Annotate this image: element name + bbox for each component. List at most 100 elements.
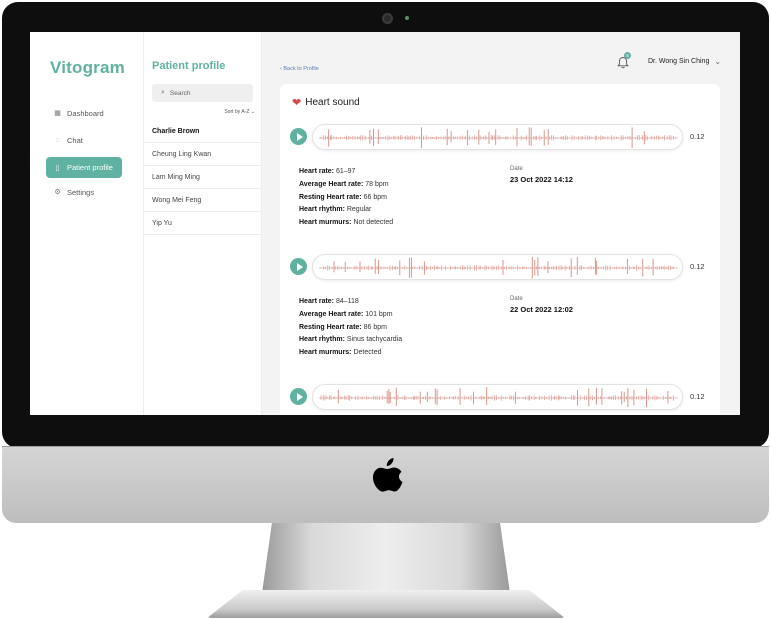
avg-rate-row: Average Heart rate: 101 bpm	[299, 309, 402, 322]
waveform-graphic	[319, 387, 678, 408]
sidebar-item-settings[interactable]: ⚙ Settings	[46, 182, 121, 202]
card-title: Heart sound	[305, 97, 360, 108]
list-item[interactable]: Cheung Ling Kwan	[144, 143, 262, 166]
patient-list-title: Patient profile	[152, 60, 226, 72]
resting-rate-value: 86 bpm	[363, 323, 387, 331]
sidebar-item-dashboard[interactable]: ▦ Dashboard	[46, 103, 121, 123]
rhythm-row: Heart rhythm: Regular	[299, 204, 393, 217]
record-stats: Heart rate: 61–97 Average Heart rate: 78…	[299, 166, 393, 230]
search-icon: ⌕	[161, 89, 165, 96]
card-header: ❤ Heart sound	[292, 96, 360, 109]
heart-rate-value: 84–118	[335, 298, 359, 305]
play-icon	[296, 392, 303, 401]
murmurs-value: Detected	[353, 349, 382, 357]
monitor-stand	[262, 523, 510, 593]
waveform[interactable]	[312, 254, 683, 280]
audio-track: 0.12	[290, 254, 716, 280]
duration-label: 0.12	[690, 392, 705, 401]
avg-rate-value: 101 bpm	[365, 310, 393, 318]
rhythm-label: Heart rhythm:	[299, 336, 345, 344]
murmurs-row: Heart murmurs: Not detected	[299, 217, 393, 230]
monitor-base	[207, 590, 565, 618]
notification-badge: 6	[624, 52, 631, 59]
audio-track: 0.12	[290, 124, 716, 150]
rhythm-value: Sinus tachycardia	[346, 336, 403, 344]
sort-label: Sort by A-Z	[224, 109, 250, 115]
rhythm-value: Regular	[346, 206, 372, 214]
murmurs-value: Not detected	[353, 219, 394, 227]
patient-list-panel: Patient profile ⌕ Search Sort by A-Z ⌄ C…	[144, 32, 262, 415]
heart-rate-value: 61–97	[335, 168, 356, 175]
sidebar: Vitogram ▦ Dashboard ◌ Chat ▯ Patient pr…	[30, 32, 144, 415]
waveform-graphic	[319, 257, 678, 279]
date-value: 22 Oct 2022 12:02	[510, 305, 573, 314]
play-button[interactable]	[290, 128, 307, 145]
resting-rate-label: Resting Heart rate:	[299, 193, 362, 201]
avg-rate-row: Average Heart rate: 78 bpm	[299, 179, 393, 192]
play-button[interactable]	[290, 388, 307, 405]
record-date: Date 22 Oct 2022 12:02	[510, 296, 573, 314]
murmurs-row: Heart murmurs: Detected	[299, 347, 402, 360]
avg-rate-label: Average Heart rate:	[299, 310, 364, 318]
list-item[interactable]: Charlie Brown	[144, 120, 262, 143]
rhythm-label: Heart rhythm:	[299, 206, 345, 214]
audio-track: 0.12	[290, 384, 716, 410]
apple-logo-icon	[373, 458, 403, 492]
date-value: 23 Oct 2022 14:12	[510, 175, 573, 184]
sidebar-item-label: Dashboard	[67, 108, 104, 118]
back-link-label: Back to Profile	[283, 66, 319, 72]
sort-dropdown[interactable]: Sort by A-Z ⌄	[224, 109, 255, 115]
sidebar-item-label: Settings	[67, 187, 95, 197]
sidebar-item-label: Patient profile	[67, 163, 113, 172]
resting-rate-value: 66 bpm	[363, 193, 387, 201]
avg-rate-value: 78 bpm	[365, 180, 389, 188]
waveform[interactable]	[312, 124, 683, 150]
play-icon	[296, 132, 303, 141]
app-screen: Vitogram ▦ Dashboard ◌ Chat ▯ Patient pr…	[30, 32, 740, 415]
resting-rate-row: Resting Heart rate: 66 bpm	[299, 192, 393, 205]
chat-icon: ◌	[55, 136, 60, 144]
waveform[interactable]	[312, 384, 683, 410]
date-label: Date	[510, 166, 523, 172]
play-icon	[296, 262, 303, 271]
webcam-led	[405, 16, 409, 20]
doctor-name: Dr. Wong Sin Ching	[648, 58, 710, 65]
search-input[interactable]: ⌕ Search	[152, 84, 253, 102]
murmurs-label: Heart murmurs:	[299, 219, 352, 227]
heart-rate-row: Heart rate: 84–118	[299, 296, 402, 309]
record-stats: Heart rate: 84–118 Average Heart rate: 1…	[299, 296, 402, 360]
heart-rate-label: Heart rate:	[299, 298, 335, 305]
play-button[interactable]	[290, 258, 307, 275]
murmurs-label: Heart murmurs:	[299, 349, 352, 357]
webcam-icon	[382, 13, 393, 24]
heart-pulse-icon: ❤	[292, 97, 302, 109]
chevron-down-icon: ⌄	[714, 57, 722, 66]
sidebar-item-chat[interactable]: ◌ Chat	[46, 130, 121, 150]
resting-rate-label: Resting Heart rate:	[299, 323, 362, 331]
gear-icon: ⚙	[54, 189, 61, 196]
file-icon: ▯	[55, 164, 60, 172]
list-item[interactable]: Lam Ming Ming	[144, 166, 262, 189]
avg-rate-label: Average Heart rate:	[299, 180, 364, 188]
sidebar-item-patient-profile[interactable]: ▯ Patient profile	[46, 157, 122, 178]
heart-rate-label: Heart rate:	[299, 168, 335, 175]
rhythm-row: Heart rhythm: Sinus tachycardia	[299, 334, 402, 347]
date-label: Date	[510, 296, 523, 302]
heart-sound-card: ❤ Heart sound 0.12 Heart rate: 61–97 Ave…	[280, 84, 720, 415]
chevron-down-icon: ⌄	[250, 109, 255, 115]
list-item[interactable]: Yip Yu	[144, 212, 262, 235]
grid-icon: ▦	[54, 110, 61, 117]
record-date: Date 23 Oct 2022 14:12	[510, 166, 573, 184]
search-placeholder: Search	[169, 89, 191, 97]
heart-rate-row: Heart rate: 61–97	[299, 166, 393, 179]
back-to-profile-link[interactable]: ‹ Back to Profile	[280, 66, 319, 72]
waveform-graphic	[319, 127, 678, 149]
list-item[interactable]: Wong Mei Feng	[144, 189, 262, 212]
user-menu[interactable]: Dr. Wong Sin Ching ⌄	[648, 57, 721, 66]
main-content: ‹ Back to Profile 6 Dr. Wong Sin Ching ⌄…	[262, 32, 740, 415]
resting-rate-row: Resting Heart rate: 86 bpm	[299, 322, 402, 335]
sidebar-item-label: Chat	[67, 135, 83, 145]
duration-label: 0.12	[690, 132, 705, 141]
app-logo: Vitogram	[50, 58, 125, 77]
chevron-left-icon: ‹	[280, 66, 282, 72]
